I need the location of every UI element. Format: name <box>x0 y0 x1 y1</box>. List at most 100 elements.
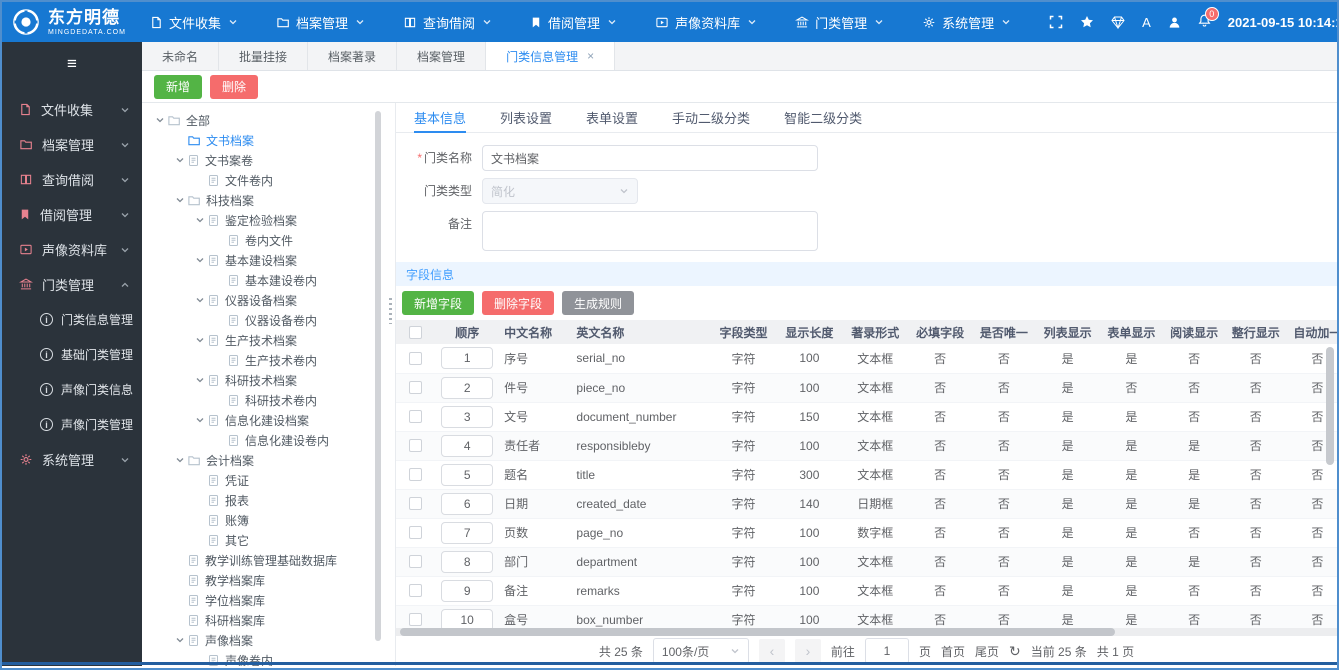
sidebar-item-5[interactable]: 声像资料库 <box>2 232 142 267</box>
tree-expander-icon[interactable] <box>172 455 187 465</box>
order-input[interactable]: 8 <box>441 550 494 573</box>
tree-node-12[interactable]: 生产技术档案 <box>152 330 372 350</box>
sidebar-item-4[interactable]: 借阅管理 <box>2 197 142 232</box>
tree-expander-icon[interactable] <box>172 195 187 205</box>
nav-menu-2[interactable]: 档案管理 <box>276 13 365 32</box>
sidebar-item-7[interactable]: 系统管理 <box>2 442 142 477</box>
page-size-select[interactable]: 100条/页 <box>652 638 749 664</box>
tree-node-16[interactable]: 信息化建设档案 <box>152 410 372 430</box>
nav-menu-5[interactable]: 声像资料库 <box>655 13 757 32</box>
next-page-button[interactable]: › <box>794 639 821 663</box>
open-tab-2[interactable]: 批量挂接 <box>219 42 309 70</box>
prev-page-button[interactable]: ‹ <box>758 639 785 663</box>
detail-tab-3[interactable]: 表单设置 <box>586 103 638 132</box>
table-vertical-scrollbar[interactable] <box>1326 347 1334 465</box>
select-all-checkbox[interactable] <box>408 325 422 339</box>
detail-tab-5[interactable]: 智能二级分类 <box>784 103 862 132</box>
tree-node-20[interactable]: 报表 <box>152 490 372 510</box>
tree-node-19[interactable]: 凭证 <box>152 470 372 490</box>
order-input[interactable]: 9 <box>441 579 494 602</box>
tree-node-3[interactable]: 文书案卷 <box>152 150 372 170</box>
tree-expander-icon[interactable] <box>192 375 207 385</box>
tree-node-5[interactable]: 科技档案 <box>152 190 372 210</box>
table-horizontal-scrollbar-thumb[interactable] <box>400 628 1116 636</box>
tree-expander-icon[interactable] <box>172 635 187 645</box>
tree-expander-icon[interactable] <box>192 215 207 225</box>
tree-node-14[interactable]: 科研技术档案 <box>152 370 372 390</box>
tree-expander-icon[interactable] <box>192 335 207 345</box>
remark-textarea[interactable] <box>482 211 818 251</box>
sidebar-collapse-toggle[interactable]: ≡ <box>2 46 142 82</box>
user-icon[interactable] <box>1168 16 1181 29</box>
nav-menu-4[interactable]: 借阅管理 <box>530 13 617 32</box>
nav-menu-6[interactable]: 门类管理 <box>795 13 884 32</box>
goto-page-input[interactable] <box>864 638 909 664</box>
tree-expander-icon[interactable] <box>192 255 207 265</box>
tree-expander-icon[interactable] <box>172 155 187 165</box>
sidebar-subitem-6-1[interactable]: i 门类信息管理 <box>2 302 142 337</box>
tree-node-6[interactable]: 鉴定检验档案 <box>152 210 372 230</box>
last-page-link[interactable]: 尾页 <box>975 643 999 660</box>
first-page-link[interactable]: 首页 <box>941 643 965 660</box>
tree-node-27[interactable]: 声像档案 <box>152 630 372 650</box>
tree-node-4[interactable]: 文件卷内 <box>152 170 372 190</box>
tree-node-8[interactable]: 基本建设档案 <box>152 250 372 270</box>
order-input[interactable]: 7 <box>441 521 494 544</box>
panel-resize-divider[interactable] <box>386 103 395 666</box>
row-checkbox[interactable] <box>408 555 422 568</box>
sidebar-item-2[interactable]: 档案管理 <box>2 127 142 162</box>
sidebar-subitem-6-2[interactable]: i 基础门类管理 <box>2 337 142 372</box>
star-icon[interactable] <box>1080 15 1094 29</box>
detail-tab-2[interactable]: 列表设置 <box>500 103 552 132</box>
detail-tab-4[interactable]: 手动二级分类 <box>672 103 750 132</box>
open-tab-1[interactable]: 未命名 <box>142 42 220 70</box>
sidebar-subitem-6-4[interactable]: i 声像门类管理 <box>2 407 142 442</box>
sidebar-subitem-6-3[interactable]: i 声像门类信息 <box>2 372 142 407</box>
tree-node-24[interactable]: 教学档案库 <box>152 570 372 590</box>
tree-node-11[interactable]: 仪器设备卷内 <box>152 310 372 330</box>
row-checkbox[interactable] <box>408 410 422 423</box>
tree-node-9[interactable]: 基本建设卷内 <box>152 270 372 290</box>
add-field-button[interactable]: 新增字段 <box>402 291 475 315</box>
tree-node-15[interactable]: 科研技术卷内 <box>152 390 372 410</box>
tree-node-7[interactable]: 卷内文件 <box>152 230 372 250</box>
gem-icon[interactable] <box>1111 16 1125 29</box>
nav-menu-1[interactable]: 文件收集 <box>150 13 238 32</box>
fullscreen-icon[interactable] <box>1049 15 1063 29</box>
tree-node-25[interactable]: 学位档案库 <box>152 590 372 610</box>
generate-rule-button[interactable]: 生成规则 <box>562 291 635 315</box>
order-input[interactable]: 6 <box>441 492 494 515</box>
detail-tab-1[interactable]: 基本信息 <box>414 103 467 133</box>
nav-menu-3[interactable]: 查询借阅 <box>403 13 492 32</box>
order-input[interactable]: 5 <box>441 463 494 486</box>
tree-scrollbar[interactable] <box>375 111 381 641</box>
sidebar-item-3[interactable]: 查询借阅 <box>2 162 142 197</box>
open-tab-5[interactable]: 门类信息管理 × <box>486 42 616 70</box>
tree-node-28[interactable]: 声像卷内 <box>152 650 372 666</box>
row-checkbox[interactable] <box>408 381 422 394</box>
row-checkbox[interactable] <box>408 526 422 539</box>
delete-field-button[interactable]: 删除字段 <box>482 291 555 315</box>
order-input[interactable]: 10 <box>441 608 494 628</box>
tree-node-10[interactable]: 仪器设备档案 <box>152 290 372 310</box>
row-checkbox[interactable] <box>408 613 422 626</box>
category-type-select[interactable]: 简化 <box>482 178 638 204</box>
row-checkbox[interactable] <box>408 351 422 365</box>
tree-expander-icon[interactable] <box>152 115 167 125</box>
tree-node-1[interactable]: 全部 <box>152 110 372 130</box>
tree-node-21[interactable]: 账簿 <box>152 510 372 530</box>
tree-node-13[interactable]: 生产技术卷内 <box>152 350 372 370</box>
open-tab-3[interactable]: 档案著录 <box>308 42 398 70</box>
sidebar-item-1[interactable]: 文件收集 <box>2 92 142 127</box>
tree-node-26[interactable]: 科研档案库 <box>152 610 372 630</box>
order-input[interactable]: 2 <box>441 376 494 399</box>
row-checkbox[interactable] <box>408 468 422 481</box>
font-size-icon[interactable]: A <box>1142 15 1151 30</box>
tree-node-22[interactable]: 其它 <box>152 530 372 550</box>
tree-node-17[interactable]: 信息化建设卷内 <box>152 430 372 450</box>
add-button[interactable]: 新增 <box>154 74 203 99</box>
tree-expander-icon[interactable] <box>192 415 207 425</box>
category-name-input[interactable] <box>482 145 818 171</box>
open-tab-4[interactable]: 档案管理 <box>397 42 487 70</box>
close-tab-icon[interactable]: × <box>587 49 594 63</box>
